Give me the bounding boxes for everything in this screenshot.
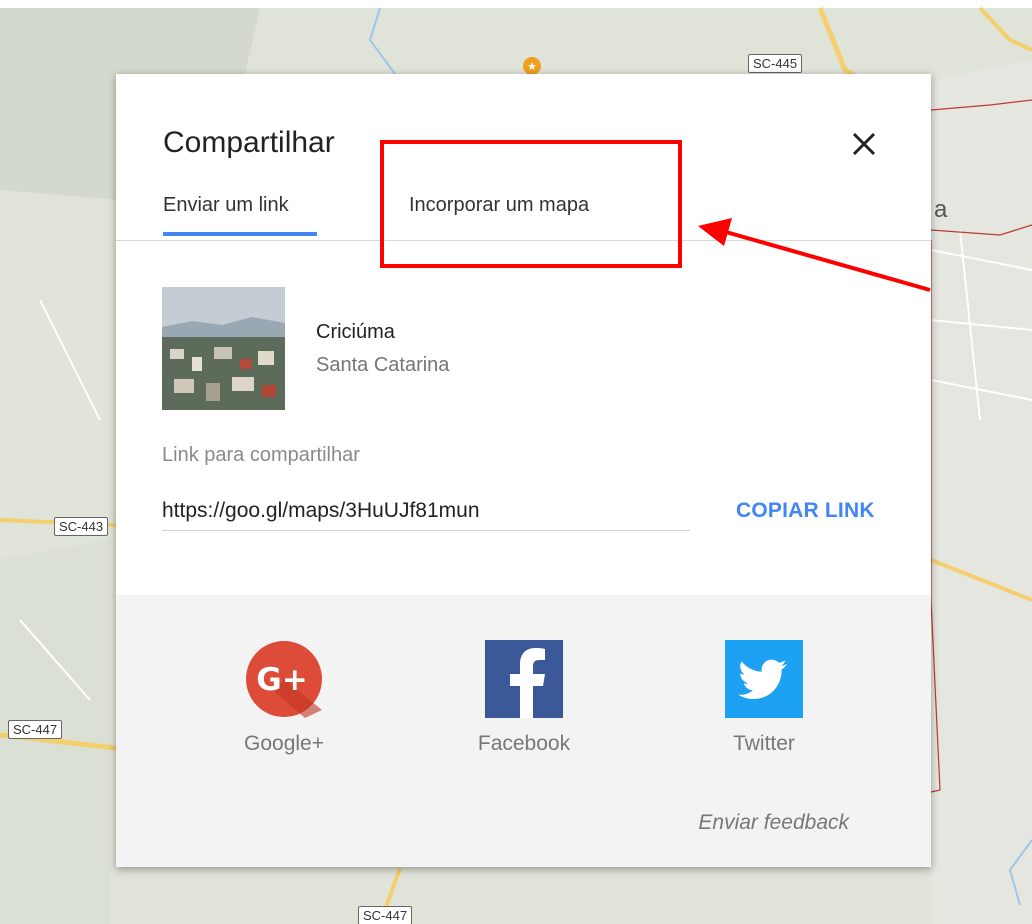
svg-text:G+: G+	[256, 662, 307, 698]
place-name: Criciúma	[316, 321, 395, 343]
share-dialog: Compartilhar Enviar um link Incorporar u…	[116, 74, 931, 867]
share-label-google-plus: Google+	[244, 732, 324, 755]
place-thumbnail	[162, 287, 285, 410]
highway	[978, 6, 1032, 52]
link-label: Link para compartilhar	[162, 444, 360, 466]
tab-send-link[interactable]: Enviar um link	[163, 194, 289, 217]
share-label-twitter: Twitter	[733, 732, 795, 755]
map-place-label: a	[934, 196, 948, 223]
twitter-icon	[725, 640, 803, 718]
share-facebook-button[interactable]: Facebook	[434, 640, 614, 756]
google-plus-icon: G+	[246, 641, 322, 718]
svg-text:★: ★	[527, 60, 537, 73]
share-label-facebook: Facebook	[477, 732, 571, 755]
terrain-patch	[931, 60, 1032, 924]
share-footer: G+ Google+ Facebook Twitter Enviar feedb…	[116, 595, 931, 867]
place-region: Santa Catarina	[316, 354, 450, 376]
road-label: SC-445	[748, 54, 803, 73]
send-feedback-link[interactable]: Enviar feedback	[698, 811, 849, 835]
close-icon	[852, 132, 876, 156]
dialog-title: Compartilhar	[163, 126, 335, 159]
copy-link-button[interactable]: COPIAR LINK	[736, 499, 875, 523]
river	[368, 7, 396, 75]
close-button[interactable]	[844, 124, 884, 164]
road-label: SC-447	[358, 906, 413, 924]
tab-embed-map[interactable]: Incorporar um mapa	[409, 194, 589, 217]
share-google-plus-button[interactable]: G+ Google+	[194, 640, 374, 756]
road-label: SC-443	[54, 517, 109, 536]
share-link-input[interactable]	[162, 492, 690, 531]
active-tab-indicator	[163, 232, 317, 236]
road-label: SC-447	[8, 720, 63, 739]
share-twitter-button[interactable]: Twitter	[674, 640, 854, 756]
tabs-divider	[116, 240, 931, 241]
facebook-icon	[485, 640, 563, 718]
